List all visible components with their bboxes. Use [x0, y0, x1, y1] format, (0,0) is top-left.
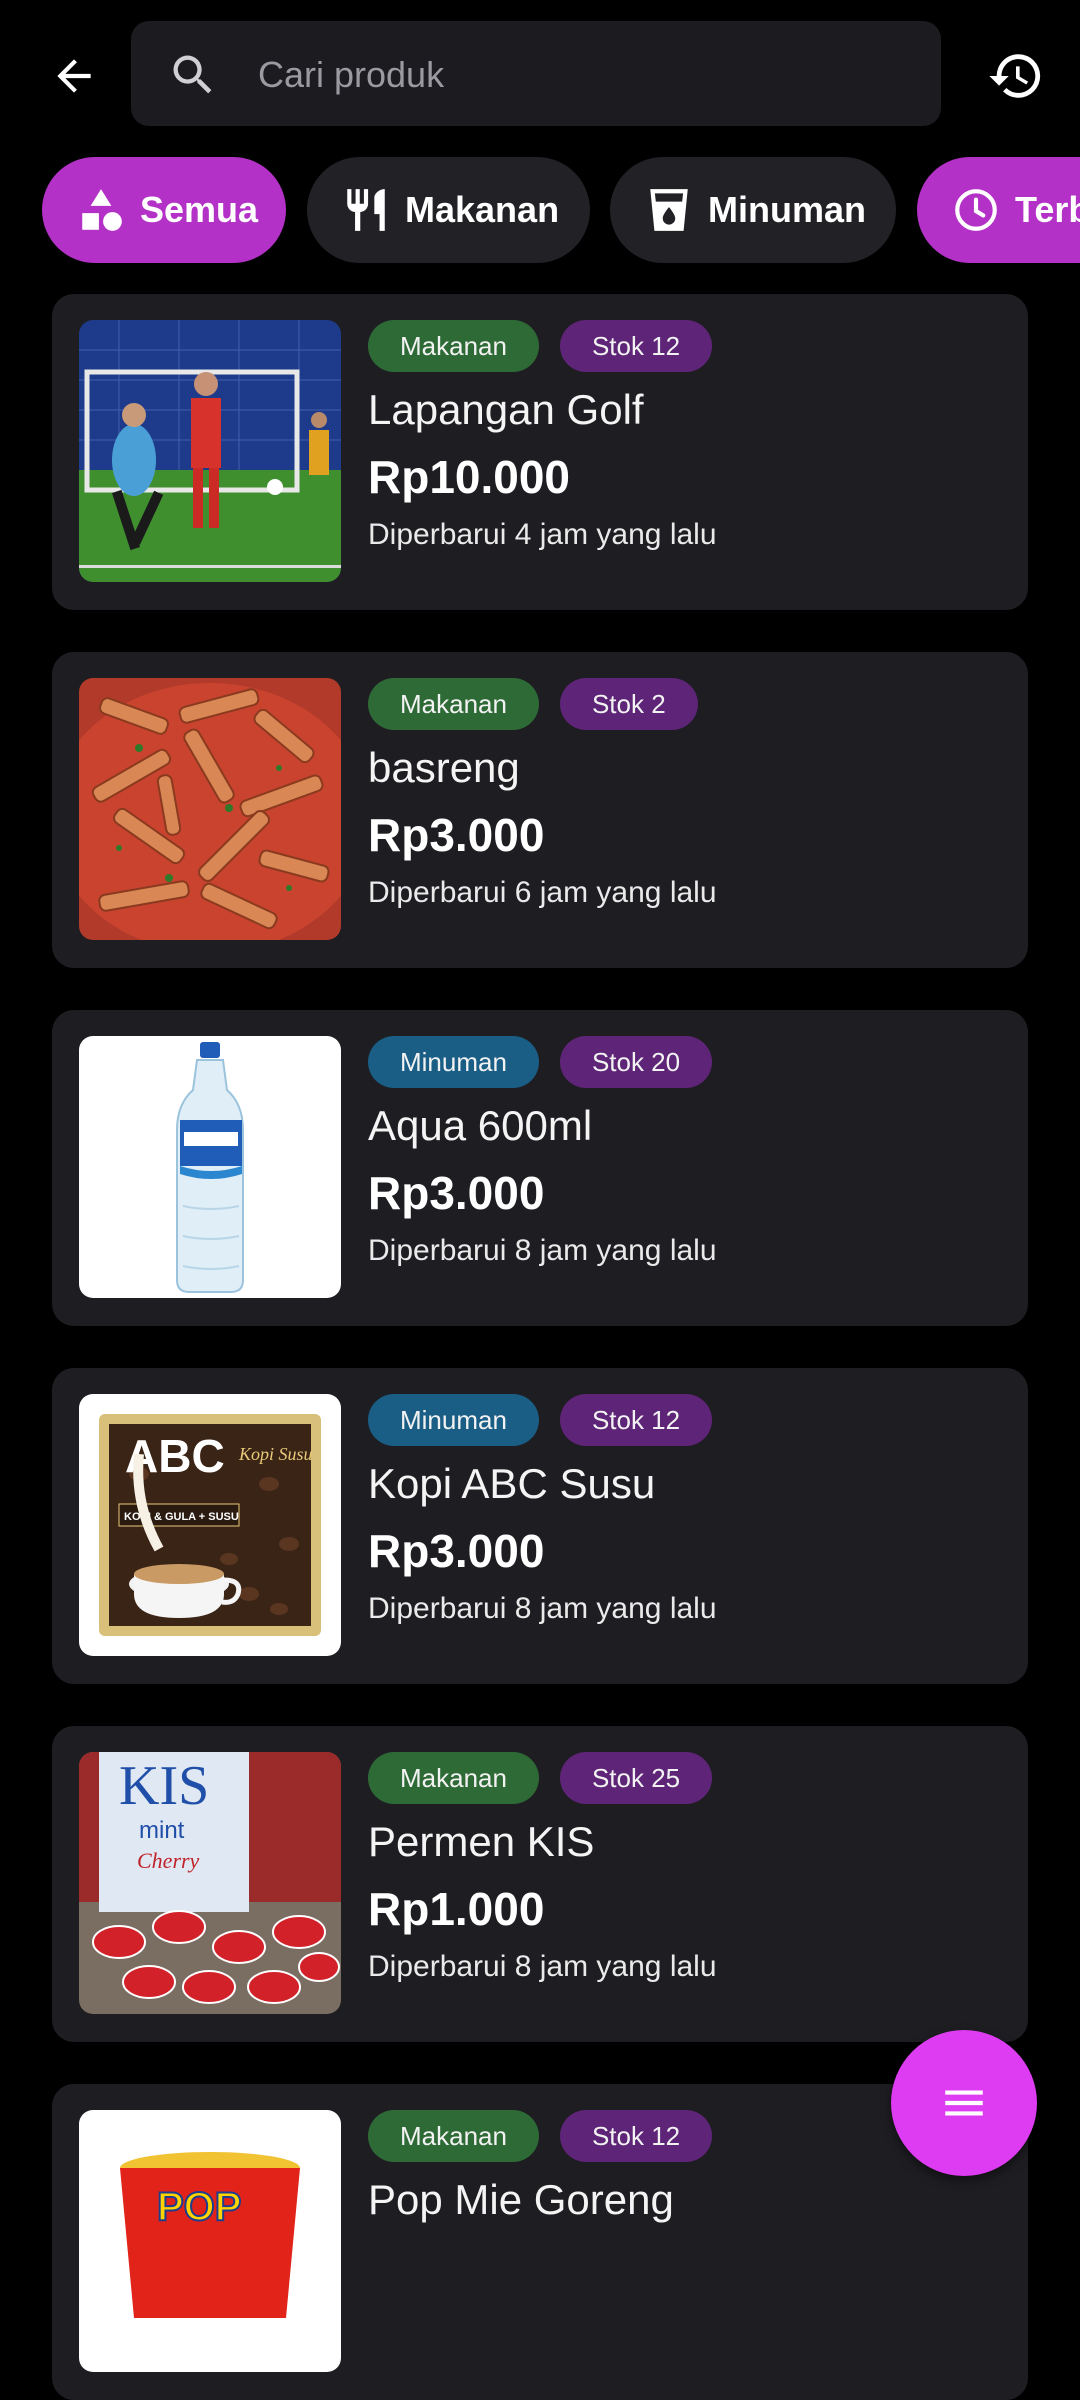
- product-name: Pop Mie Goreng: [368, 2176, 674, 2223]
- product-image-kopi-abc: ABC Kopi Susu KOPI & GULA + SUSU: [79, 1394, 341, 1656]
- product-image-permen-kis: KIS mint Cherry: [79, 1752, 341, 2014]
- search-bar[interactable]: [131, 21, 941, 128]
- pop-brand-text: POP: [157, 2185, 241, 2229]
- category-badge: Makanan: [368, 320, 539, 372]
- clock-icon: [955, 189, 997, 231]
- product-badges: Minuman Stok 20: [368, 1036, 713, 1088]
- product-badges: Makanan Stok 2: [368, 678, 698, 730]
- menu-fab[interactable]: [891, 2030, 1037, 2176]
- back-button[interactable]: [36, 38, 112, 114]
- stock-badge: Stok 12: [559, 320, 713, 372]
- chip-minuman[interactable]: Minuman: [610, 157, 896, 263]
- cup-icon: [650, 189, 688, 231]
- top-app-bar: [0, 0, 1080, 150]
- product-updated: Diperbarui 8 jam yang lalu: [368, 1234, 717, 1267]
- chip-terbaru[interactable]: Terbaru: [917, 157, 1080, 263]
- product-image-aqua: [79, 1036, 341, 1298]
- kis-brand-text: KIS: [119, 1755, 209, 1817]
- shapes-icon: [82, 189, 122, 231]
- product-price: Rp10.000: [368, 451, 571, 503]
- product-badges: Makanan Stok 12: [368, 320, 713, 372]
- product-badges: Makanan Stok 12: [368, 2110, 713, 2162]
- product-updated: Diperbarui 8 jam yang lalu: [368, 1592, 717, 1625]
- stock-badge: Stok 2: [559, 678, 698, 730]
- category-badge: Minuman: [368, 1036, 539, 1088]
- abc-sub-text: Kopi Susu: [238, 1444, 313, 1464]
- product-image-pop-mie: POP: [79, 2110, 341, 2372]
- product-badges: Makanan Stok 25: [368, 1752, 713, 1804]
- product-name: Kopi ABC Susu: [368, 1460, 656, 1507]
- product-name: basreng: [368, 744, 520, 791]
- stock-badge: Stok 25: [559, 1752, 713, 1804]
- chip-label: Minuman: [708, 189, 866, 230]
- product-card[interactable]: ABC Kopi Susu KOPI & GULA + SUSU Minuman…: [52, 1368, 1028, 1684]
- category-badge: Makanan: [368, 2110, 539, 2162]
- product-name: Aqua 600ml: [368, 1102, 593, 1149]
- history-icon: [989, 54, 1041, 98]
- history-button[interactable]: [978, 38, 1054, 114]
- product-card[interactable]: POP Makanan Stok 12 Pop Mie Goreng: [52, 2084, 1028, 2400]
- product-image-basreng: [79, 678, 341, 940]
- product-image-football: [79, 320, 341, 582]
- stock-badge: Stok 20: [559, 1036, 713, 1088]
- product-card[interactable]: KIS mint Cherry Makanan Stok 25 Permen K…: [52, 1726, 1028, 2042]
- product-updated: Diperbarui 6 jam yang lalu: [368, 876, 717, 909]
- product-price: Rp3.000: [368, 809, 545, 861]
- product-name: Permen KIS: [368, 1818, 595, 1865]
- chip-semua[interactable]: Semua: [42, 157, 286, 263]
- product-price: Rp3.000: [368, 1167, 545, 1219]
- product-card[interactable]: Minuman Stok 20 Aqua 600ml Rp3.000 Diper…: [52, 1010, 1028, 1326]
- menu-icon: [945, 2090, 983, 2116]
- product-name: Lapangan Golf: [368, 386, 644, 433]
- stock-badge: Stok 12: [559, 2110, 713, 2162]
- category-badge: Minuman: [368, 1394, 539, 1446]
- stock-badge: Stok 12: [559, 1394, 713, 1446]
- chip-label: Makanan: [405, 189, 560, 230]
- product-updated: Diperbarui 4 jam yang lalu: [368, 518, 717, 551]
- arrow-left-icon: [57, 59, 91, 93]
- product-badges: Minuman Stok 12: [368, 1394, 713, 1446]
- product-price: Rp3.000: [368, 1525, 545, 1577]
- search-icon: [173, 55, 212, 94]
- category-badge: Makanan: [368, 1752, 539, 1804]
- product-updated: Diperbarui 8 jam yang lalu: [368, 1950, 717, 1983]
- product-price: Rp1.000: [368, 1883, 545, 1935]
- filter-chips: Semua Makanan Minuman Terbaru: [0, 157, 1080, 263]
- category-badge: Makanan: [368, 678, 539, 730]
- chip-makanan[interactable]: Makanan: [307, 157, 590, 263]
- kis-sub-text: mint: [139, 1817, 185, 1844]
- kis-flavor-text: Cherry: [137, 1848, 200, 1873]
- product-card[interactable]: Makanan Stok 2 basreng Rp3.000 Diperbaru…: [52, 652, 1028, 968]
- chip-label: Terbaru: [1015, 189, 1080, 230]
- product-card[interactable]: Makanan Stok 12 Lapangan Golf Rp10.000 D…: [52, 294, 1028, 610]
- chip-label: Semua: [140, 189, 259, 230]
- search-input[interactable]: [256, 21, 920, 128]
- utensils-icon: [347, 189, 385, 231]
